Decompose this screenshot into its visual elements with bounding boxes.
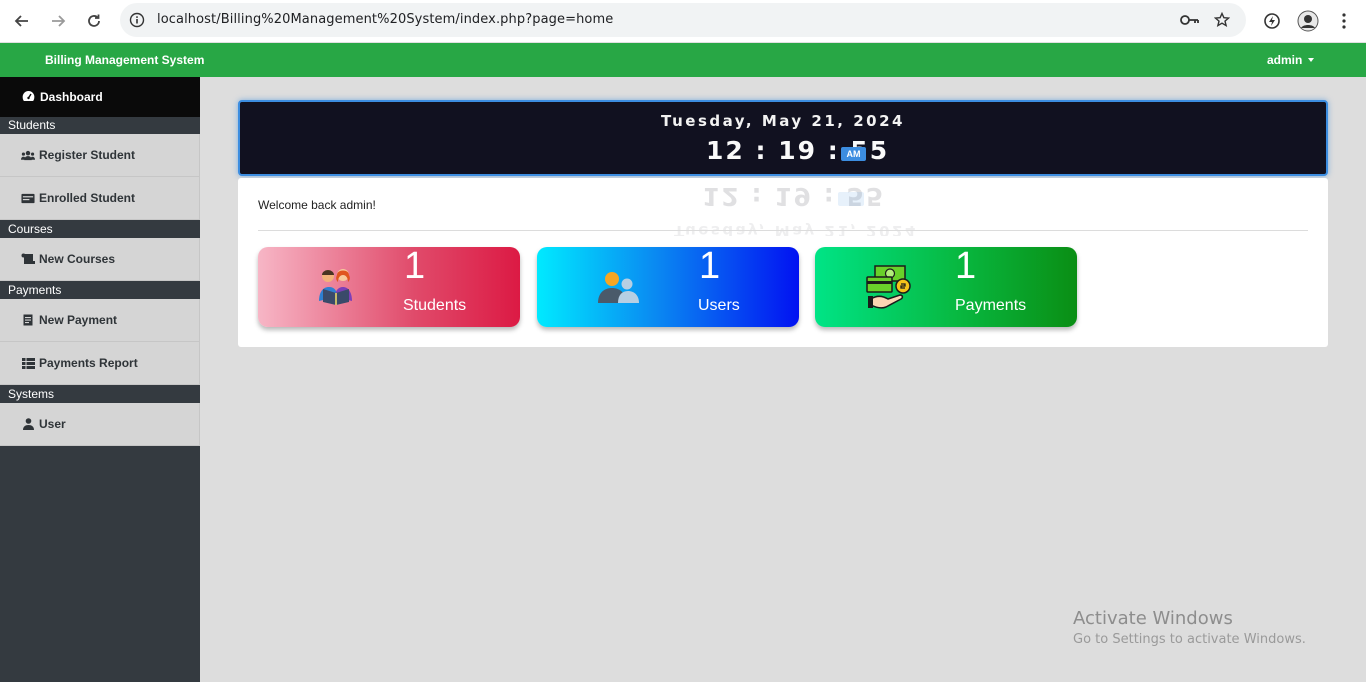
students-reading-icon: [316, 267, 356, 310]
browser-toolbar: localhost/Billing%20Management%20System/…: [0, 0, 1366, 43]
sidebar-item-payments-report[interactable]: Payments Report: [0, 342, 200, 385]
students-label: Students: [403, 297, 467, 314]
brand-title[interactable]: Billing Management System: [45, 53, 204, 67]
welcome-message: Welcome back admin!: [258, 198, 376, 212]
dashboard-card: 12 : 19 : 55 Tuesday, May 21, 2024 Welco…: [238, 178, 1328, 347]
sidebar-section-systems: Systems: [0, 386, 200, 403]
users-group-icon: [21, 150, 35, 161]
sidebar-item-register-student[interactable]: Register Student: [0, 134, 200, 177]
students-stat-card[interactable]: 1 Students: [258, 245, 520, 327]
current-date: Tuesday, May 21, 2024: [661, 112, 905, 130]
activate-windows-watermark: Activate Windows Go to Settings to activ…: [1073, 608, 1306, 647]
sidebar-item-label: Dashboard: [40, 90, 103, 104]
user-name: admin: [1267, 53, 1303, 67]
ampm-badge: AM: [841, 147, 866, 161]
sidebar-section-students: Students: [0, 117, 200, 134]
sidebar-item-dashboard[interactable]: Dashboard: [0, 77, 200, 117]
user-dropdown[interactable]: admin: [1267, 53, 1315, 67]
sidebar-item-enrolled-student[interactable]: Enrolled Student: [0, 177, 200, 220]
sidebar-item-label: New Payment: [39, 313, 118, 327]
address-bar[interactable]: localhost/Billing%20Management%20System/…: [120, 3, 1246, 37]
clock-reflection-time: 12 : 19 : 55: [702, 182, 886, 211]
sidebar-item-label: Enrolled Student: [39, 191, 135, 205]
clock-reflection: 12 : 19 : 55 Tuesday, May 21, 2024: [238, 178, 1328, 236]
receipt-icon: [21, 314, 35, 326]
password-key-icon[interactable]: [1180, 10, 1200, 30]
payments-count: 1: [955, 245, 977, 287]
sidebar-section-payments: Payments: [0, 282, 200, 299]
students-count: 1: [404, 245, 426, 287]
top-navbar: Billing Management System admin: [0, 43, 1366, 77]
users-stat-card[interactable]: 1 Users: [537, 245, 799, 327]
user-icon: [21, 418, 35, 430]
clock-reflection-date: Tuesday, May 21, 2024: [674, 222, 918, 236]
users-group-icon: [597, 270, 643, 309]
sidebar-item-label: Payments Report: [39, 356, 138, 370]
id-card-icon: [21, 193, 35, 204]
sidebar-item-label: New Courses: [39, 252, 116, 266]
extension-icon[interactable]: [1259, 8, 1285, 34]
sidebar-item-new-courses[interactable]: New Courses: [0, 238, 200, 281]
sidebar-item-label: Register Student: [39, 148, 136, 162]
watermark-title: Activate Windows: [1073, 608, 1233, 629]
dashboard-gauge-icon: [22, 90, 35, 105]
bookmark-star-icon[interactable]: [1212, 10, 1232, 30]
payments-label: Payments: [955, 297, 1027, 314]
site-info-icon[interactable]: [127, 10, 147, 30]
users-label: Users: [698, 297, 740, 314]
table-list-icon: [21, 357, 35, 369]
clock-reflection-badge: [838, 192, 864, 206]
payments-stat-card[interactable]: 1 Payments: [815, 245, 1077, 327]
sidebar: Dashboard Students Register Student Enro…: [0, 77, 200, 682]
profile-avatar[interactable]: [1295, 8, 1321, 34]
caret-down-icon: [1308, 58, 1315, 62]
browser-menu-icon[interactable]: [1331, 8, 1357, 34]
scroll-icon: [21, 253, 35, 265]
divider: [258, 230, 1308, 231]
url-text[interactable]: localhost/Billing%20Management%20System/…: [157, 12, 613, 27]
sidebar-item-new-payment[interactable]: New Payment: [0, 299, 200, 342]
sidebar-item-user[interactable]: User: [0, 403, 200, 446]
sidebar-item-label: User: [39, 417, 66, 431]
reload-icon[interactable]: [82, 9, 106, 33]
forward-icon[interactable]: [46, 9, 70, 33]
date-time-panel: Tuesday, May 21, 2024 12 : 19 : 55 AM: [238, 100, 1328, 176]
users-count: 1: [699, 245, 721, 287]
sidebar-section-courses: Courses: [0, 221, 200, 238]
watermark-subtitle: Go to Settings to activate Windows.: [1073, 632, 1306, 647]
back-icon[interactable]: [10, 9, 34, 33]
payment-money-icon: [865, 263, 915, 316]
